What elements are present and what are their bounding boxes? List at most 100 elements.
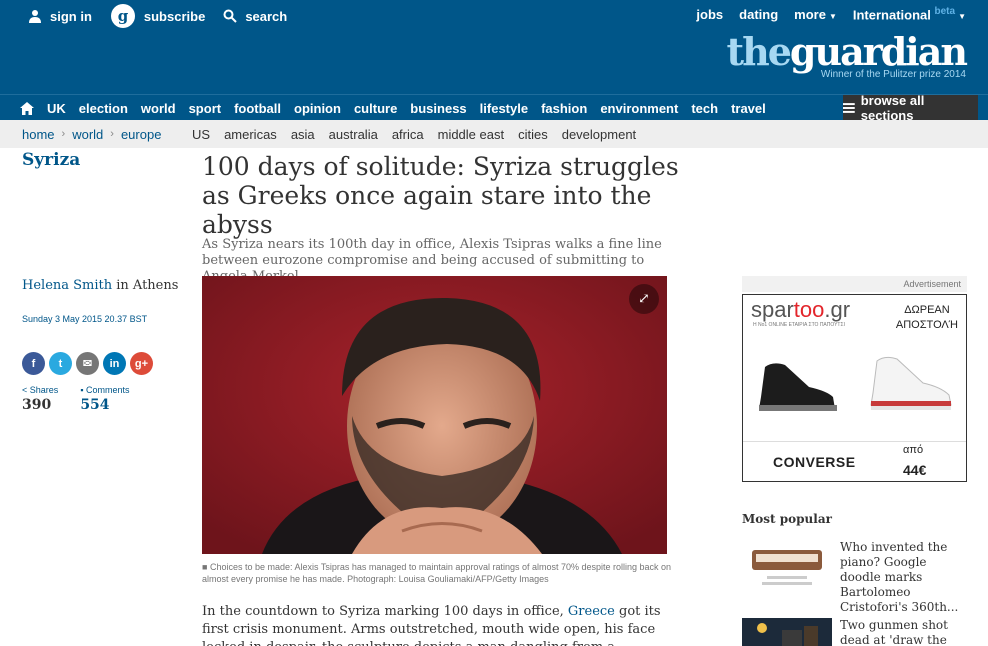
series-kicker[interactable]: Syriza (22, 150, 80, 170)
ad-brand-logo: spartoo.gr (751, 297, 850, 323)
article-body: In the countdown to Syriza marking 100 d… (202, 603, 672, 646)
ad-brand-c: .gr (824, 297, 851, 322)
most-popular-title: Most popular (742, 512, 832, 526)
expand-icon[interactable]: ⤢ (629, 284, 659, 314)
region-link-australia[interactable]: australia (329, 127, 378, 142)
camera-icon: ■ (202, 562, 208, 572)
comments-count[interactable]: ▪ Comments 554 (80, 385, 129, 413)
googleplus-share-icon[interactable]: g+ (130, 352, 153, 375)
nav-item-environment[interactable]: environment (600, 101, 678, 116)
advertisement[interactable]: spartoo.gr Η Νο1 ONLINE ΕΤΑΙΡΙΑ ΣΤΟ ΠΑΠΟ… (742, 294, 967, 482)
browse-all-sections-button[interactable]: browse all sections (843, 93, 978, 123)
header-right-links: jobs dating more ▼ International beta ▼ (696, 6, 966, 22)
search-link[interactable]: search (223, 9, 287, 24)
more-menu[interactable]: more ▼ (794, 7, 837, 22)
comments-label: Comments (86, 385, 130, 395)
beta-badge: beta (934, 6, 956, 17)
subscribe-link[interactable]: g subscribe (110, 3, 205, 29)
engagement-counts: < Shares 390 ▪ Comments 554 (22, 385, 130, 413)
body-text-1: In the countdown to Syriza marking 100 d… (202, 604, 568, 619)
most-popular-text-1: Who invented the piano? Google doodle ma… (840, 540, 959, 614)
portrait-illustration (202, 276, 667, 554)
nav-item-sport[interactable]: sport (189, 101, 222, 116)
region-link-americas[interactable]: americas (224, 127, 277, 142)
nav-item-election[interactable]: election (79, 101, 128, 116)
breadcrumb-europe[interactable]: europe (121, 127, 161, 142)
author-link[interactable]: Helena Smith (22, 278, 112, 293)
doodle-thumbnail (742, 540, 832, 594)
dating-link[interactable]: dating (739, 7, 778, 22)
nav-item-opinion[interactable]: opinion (294, 101, 341, 116)
search-label: search (245, 8, 288, 24)
sign-in-label: sign in (50, 8, 92, 24)
jobs-link[interactable]: jobs (696, 7, 723, 22)
nav-item-culture[interactable]: culture (354, 101, 397, 116)
most-popular-text-2: Two gunmen shot dead at 'draw the prophe… (840, 618, 948, 646)
location: in Athens (112, 278, 179, 293)
advertisement-label: Advertisement (742, 276, 967, 292)
shares-value: 390 (22, 397, 52, 413)
logo-the: the (726, 29, 792, 74)
share-icon: < (22, 385, 28, 395)
nav-item-travel[interactable]: travel (731, 101, 766, 116)
breadcrumb-world[interactable]: world (72, 127, 103, 142)
linkedin-share-icon[interactable]: in (103, 352, 126, 375)
ad-divider (743, 441, 966, 442)
edition-label: International (852, 7, 931, 23)
byline: Helena Smith in Athens (22, 278, 178, 293)
home-icon[interactable] (20, 101, 34, 115)
nav-item-business[interactable]: business (410, 101, 466, 116)
ad-brand-a: spar (751, 297, 794, 322)
caption-text: Choices to be made: Alexis Tsipras has m… (202, 562, 672, 584)
comments-value: 554 (80, 397, 110, 413)
facebook-share-icon[interactable]: f (22, 352, 45, 375)
ad-brand-b: too (793, 297, 825, 322)
ad-offer: ΔΩΡΕΑΝ ΑΠΟΣΤΟΛΉ (896, 303, 958, 333)
edition-switcher[interactable]: International beta ▼ (853, 6, 966, 22)
ad-price: 44€ (903, 462, 927, 478)
email-share-icon[interactable]: ✉ (76, 352, 99, 375)
region-link-us[interactable]: US (192, 127, 210, 142)
nav-item-fashion[interactable]: fashion (541, 101, 587, 116)
ad-tagline: Η Νο1 ONLINE ΕΤΑΙΡΙΑ ΣΤΟ ΠΑΠΟΥΤΣΙ (753, 322, 845, 328)
image-caption: ■ Choices to be made: Alexis Tsipras has… (202, 561, 672, 585)
user-icon (29, 10, 41, 23)
ad-product-brand: CONVERSE (773, 454, 856, 470)
region-link-cities[interactable]: cities (518, 127, 548, 142)
most-popular-item[interactable]: Two gunmen shot dead at 'draw the prophe… (742, 618, 967, 646)
publish-date: Sunday 3 May 2015 20.37 BST (22, 314, 148, 324)
breadcrumb: home › world › europe (22, 120, 161, 148)
guardian-logo[interactable]: theguardian Winner of the Pulitzer prize… (727, 33, 968, 81)
region-link-development[interactable]: development (562, 127, 636, 142)
nav-item-uk[interactable]: UK (47, 101, 66, 116)
most-popular-item[interactable]: Who invented the piano? Google doodle ma… (742, 540, 967, 614)
subscribe-label: subscribe (143, 8, 206, 24)
region-link-asia[interactable]: asia (291, 127, 315, 142)
ad-offer-line1: ΔΩΡΕΑΝ (904, 304, 950, 316)
nav-item-world[interactable]: world (141, 101, 176, 116)
twitter-share-icon[interactable]: t (49, 352, 72, 375)
chevron-right-icon: › (61, 128, 66, 140)
logo-guardian: guardian (789, 29, 968, 74)
greece-link[interactable]: Greece (568, 604, 615, 619)
breadcrumb-home[interactable]: home (22, 127, 55, 142)
nav-item-tech[interactable]: tech (691, 101, 718, 116)
svg-text:g: g (118, 7, 129, 25)
nav-item-lifestyle[interactable]: lifestyle (480, 101, 528, 116)
region-link-middle-east[interactable]: middle east (438, 127, 504, 142)
shares-label: Shares (29, 385, 59, 395)
browse-label: browse all sections (860, 93, 925, 123)
nav-item-football[interactable]: football (234, 101, 281, 116)
more-label: more (794, 6, 826, 22)
sign-in-link[interactable]: sign in (28, 9, 92, 24)
top-links: sign in g subscribe search (28, 3, 287, 29)
region-link-africa[interactable]: africa (392, 127, 424, 142)
shoe-images (759, 356, 952, 411)
region-links: US americas asia australia africa middle east… (192, 120, 636, 148)
section-nav: UK election world sport football opinion cultu… (0, 93, 988, 123)
shares-count: < Shares 390 (22, 385, 58, 413)
ad-from-label: από (903, 444, 924, 456)
hero-image: ⤢ (202, 276, 667, 554)
article-headline: 100 days of solitude: Syriza struggles a… (202, 152, 679, 239)
sub-nav: home › world › europe US americas asia australi… (0, 120, 988, 148)
